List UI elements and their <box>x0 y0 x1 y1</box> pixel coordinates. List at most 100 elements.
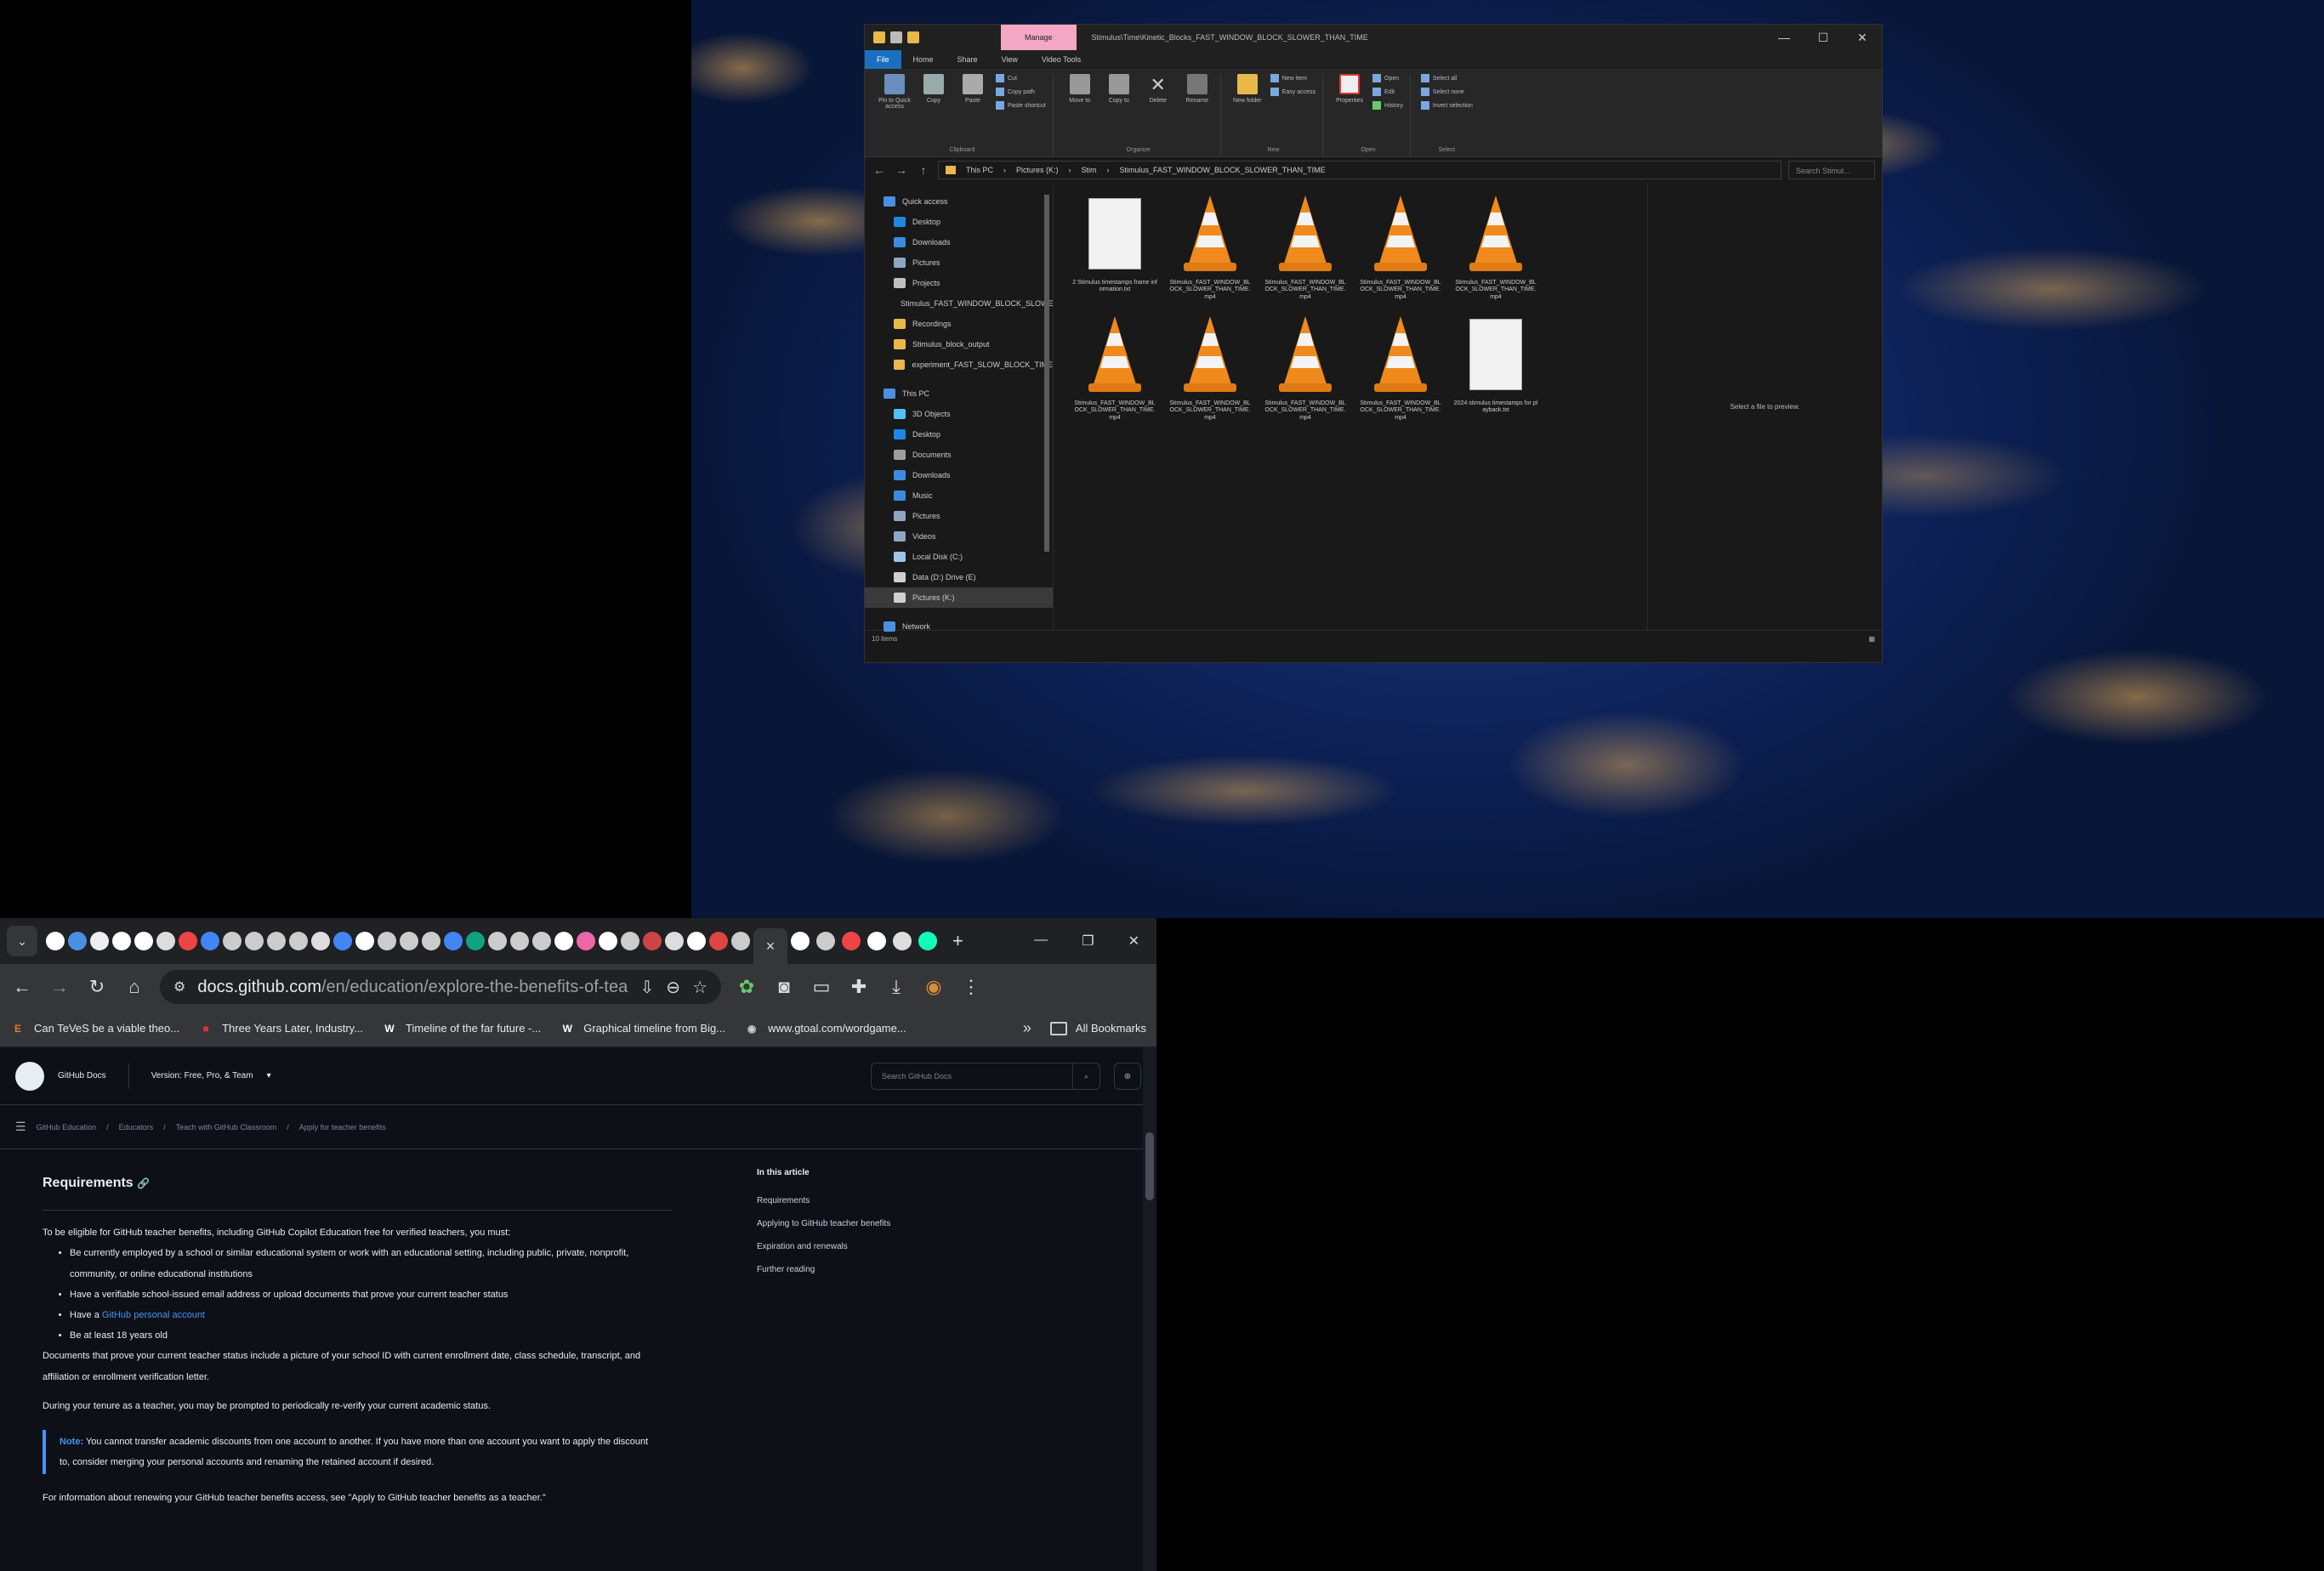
tab-favicon[interactable] <box>731 932 750 950</box>
tab-favicon[interactable] <box>333 932 352 950</box>
nav-item[interactable]: Pictures <box>865 252 1053 273</box>
tab-favicon[interactable] <box>112 932 131 950</box>
rename-button[interactable]: Rename <box>1181 74 1213 147</box>
nav-item[interactable]: experiment_FAST_SLOW_BLOCK_TIME <box>865 354 1053 375</box>
file-explorer-window[interactable]: Manage Stimulus\Time\Kinetic_Blocks_FAST… <box>864 24 1883 663</box>
quick-access-save-icon[interactable] <box>890 31 902 43</box>
toc-link[interactable]: Requirements <box>757 1196 890 1205</box>
nav-item[interactable]: Network <box>865 616 1053 637</box>
nav-item[interactable]: Stimulus_block_output <box>865 334 1053 354</box>
copy-to-button[interactable]: Copy to <box>1103 74 1135 147</box>
quick-access-folder-icon[interactable] <box>907 31 919 43</box>
personal-account-link[interactable]: GitHub personal account <box>102 1310 205 1320</box>
minimize-icon[interactable]: — <box>1034 933 1048 950</box>
nav-item[interactable]: Desktop <box>865 424 1053 445</box>
breadcrumb-link[interactable]: Apply for teacher benefits <box>299 1123 386 1131</box>
breadcrumb-link[interactable]: Teach with GitHub Classroom <box>176 1123 277 1131</box>
nav-item[interactable]: Downloads <box>865 465 1053 485</box>
page-scrollbar[interactable] <box>1143 1047 1156 1571</box>
zoom-icon[interactable]: ⊖ <box>666 977 680 998</box>
open-button[interactable]: Open <box>1372 74 1403 82</box>
browser-window[interactable]: ⌄ × + — ❐ ✕ ← → ↻ ⌂ ⚙ docs.github.com/en/edu… <box>0 918 1156 1571</box>
search-input[interactable]: Search Stimul... <box>1788 161 1875 179</box>
forward-arrow-icon[interactable]: → <box>894 163 909 177</box>
nav-item[interactable]: Pictures <box>865 506 1053 526</box>
tab-favicon[interactable] <box>532 932 551 950</box>
maximize-icon[interactable]: ☐ <box>1804 25 1843 50</box>
tab-favicon[interactable] <box>510 932 529 950</box>
video-file-item[interactable]: Stimulus_FAST_WINDOW_BLOCK_SLOWER_THAN_T… <box>1162 191 1258 312</box>
history-button[interactable]: History <box>1372 101 1403 110</box>
nav-item[interactable]: Recordings <box>865 314 1053 334</box>
toc-link[interactable]: Expiration and renewals <box>757 1242 890 1251</box>
nav-item[interactable]: Quick access <box>865 191 1053 212</box>
view-toggle-icon[interactable]: ▦ <box>1868 635 1875 643</box>
tab-favicon[interactable] <box>134 932 153 950</box>
tab-favicon[interactable] <box>643 932 662 950</box>
tab-favicon[interactable] <box>90 932 109 950</box>
download-icon[interactable]: ⤓ <box>884 975 908 999</box>
nav-item[interactable]: 3D Objects <box>865 404 1053 424</box>
camera-icon[interactable]: ◙ <box>772 975 796 999</box>
tab-favicon[interactable] <box>488 932 507 950</box>
forward-arrow-icon[interactable]: → <box>48 975 71 999</box>
easy-access-button[interactable]: Easy access <box>1270 88 1315 96</box>
tab-favicon[interactable] <box>289 932 308 950</box>
minimize-icon[interactable]: — <box>1764 25 1804 50</box>
nav-item[interactable]: Local Disk (C:) <box>865 547 1053 567</box>
text-file-item[interactable]: 2 Stimulus timestamps frame information.… <box>1067 191 1162 312</box>
new-folder-button[interactable]: New folder <box>1231 74 1264 147</box>
tab-favicon[interactable] <box>918 932 937 950</box>
tab-favicon[interactable] <box>554 932 573 950</box>
toc-link[interactable]: Applying to GitHub teacher benefits <box>757 1219 890 1228</box>
back-arrow-icon[interactable]: ← <box>10 975 34 999</box>
tab-search-icon[interactable]: ⌄ <box>7 926 37 956</box>
bookmark-star-icon[interactable]: ☆ <box>692 977 707 998</box>
copy-button[interactable]: Copy <box>918 74 950 147</box>
toc-link[interactable]: Further reading <box>757 1265 890 1274</box>
tab-favicon[interactable] <box>466 932 485 950</box>
new-item-button[interactable]: New item <box>1270 74 1315 82</box>
invert-selection-button[interactable]: Invert selection <box>1420 101 1473 110</box>
bookmark-item[interactable]: W Timeline of the far future -... <box>382 1021 541 1036</box>
tab-file[interactable]: File <box>865 50 901 69</box>
video-file-item[interactable]: Stimulus_FAST_WINDOW_BLOCK_SLOWER_THAN_T… <box>1353 191 1448 312</box>
tab-close-icon[interactable]: × <box>766 938 776 956</box>
paste-button[interactable]: Paste <box>957 74 989 147</box>
close-icon[interactable]: ✕ <box>1843 25 1882 50</box>
install-app-icon[interactable]: ⇩ <box>640 977 655 998</box>
menu-icon[interactable]: ⋮ <box>959 975 983 999</box>
back-arrow-icon[interactable]: ← <box>872 163 887 177</box>
tab-favicon[interactable] <box>400 932 418 950</box>
tab-favicon[interactable] <box>179 932 197 950</box>
profile-avatar[interactable]: ◉ <box>922 975 946 999</box>
bookmarks-overflow-icon[interactable]: » <box>1023 1019 1031 1037</box>
cut-button[interactable]: Cut <box>996 74 1046 82</box>
edit-button[interactable]: Edit <box>1372 88 1403 96</box>
tab-video-tools[interactable]: Video Tools <box>1030 50 1093 69</box>
tab-favicon[interactable] <box>444 932 463 950</box>
anchor-link-icon[interactable]: 🔗 <box>137 1177 150 1189</box>
nav-item[interactable]: Stimulus_FAST_WINDOW_BLOCK_SLOWER <box>865 293 1053 314</box>
address-segment[interactable]: Pictures (K:) <box>1016 166 1059 174</box>
delete-button[interactable]: ✕ Delete <box>1142 74 1174 147</box>
text-file-item[interactable]: 2024 stimulus timestamps for playback.tx… <box>1448 312 1543 433</box>
nav-scrollbar-thumb[interactable] <box>1044 195 1049 552</box>
language-globe-icon[interactable]: ⊕ <box>1114 1062 1141 1090</box>
tab-favicon[interactable] <box>68 932 87 950</box>
docs-brand[interactable]: GitHub Docs <box>58 1071 106 1080</box>
tab-favicon[interactable] <box>311 932 330 950</box>
move-to-button[interactable]: Move to <box>1064 74 1096 147</box>
nav-item[interactable]: This PC <box>865 383 1053 404</box>
extension-icon[interactable]: ✿ <box>735 975 759 999</box>
home-icon[interactable]: ⌂ <box>122 975 146 999</box>
manage-tab[interactable]: Manage <box>1001 25 1077 50</box>
tab-favicon[interactable] <box>893 932 912 950</box>
reload-icon[interactable]: ↻ <box>85 975 109 999</box>
address-bar[interactable]: This PC › Pictures (K:) › Stim › Stimulus_F… <box>938 161 1781 179</box>
tab-favicon[interactable] <box>223 932 241 950</box>
all-bookmarks-button[interactable]: All Bookmarks <box>1049 1021 1146 1035</box>
version-picker[interactable]: Version: Free, Pro, & Team <box>151 1071 253 1080</box>
tab-favicon[interactable] <box>355 932 374 950</box>
github-logo-icon[interactable] <box>15 1061 44 1091</box>
